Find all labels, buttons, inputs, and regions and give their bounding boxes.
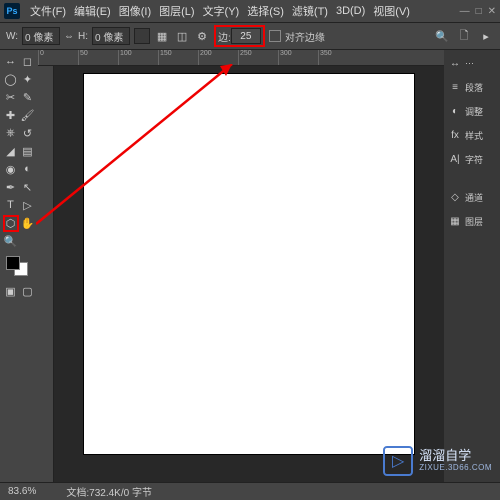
hand-tool[interactable]: ✋ <box>20 215 36 232</box>
align-edges-checkbox[interactable] <box>269 30 281 42</box>
wand-tool[interactable]: ✦ <box>20 71 36 88</box>
doc-icon[interactable]: 🗋 <box>456 28 472 44</box>
zoom-tool[interactable]: 🔍 <box>3 233 19 250</box>
move-tool[interactable]: ↔ <box>3 53 19 70</box>
zoom-level[interactable]: 83.6% <box>8 486 36 497</box>
maximize-icon[interactable]: □ <box>476 6 482 17</box>
watermark-icon: ▷ <box>383 446 413 476</box>
doc-info: 文档:732.4K/0 字节 <box>66 484 152 499</box>
panel-paragraph[interactable]: ≡段落 <box>446 78 498 96</box>
pen-tool[interactable]: ✒ <box>3 179 19 196</box>
panel-channels[interactable]: ◇通道 <box>446 188 498 206</box>
menu-select[interactable]: 选择(S) <box>243 3 288 19</box>
panel-menu-icon[interactable]: ▸ <box>478 28 494 44</box>
sides-group: 边: <box>214 25 265 47</box>
gradient-tool[interactable]: ▤ <box>20 143 36 160</box>
panel-layers[interactable]: ▦图层 <box>446 212 498 230</box>
blur-tool[interactable]: ◉ <box>3 161 19 178</box>
menu-3d[interactable]: 3D(D) <box>332 5 369 17</box>
canvas[interactable] <box>54 66 444 482</box>
link-icon[interactable]: ⇔ <box>64 31 74 42</box>
screen-mode-tool[interactable]: ▢ <box>20 283 36 300</box>
eyedropper-tool[interactable]: ✎ <box>20 89 36 106</box>
minimize-icon[interactable]: — <box>460 6 470 17</box>
menubar: Ps 文件(F) 编辑(E) 图像(I) 图层(L) 文字(Y) 选择(S) 滤… <box>0 0 500 22</box>
stroke-icon[interactable]: ◫ <box>174 28 190 44</box>
marquee-tool[interactable]: ◻ <box>20 53 36 70</box>
panel-styles[interactable]: fx样式 <box>446 126 498 144</box>
menu-filter[interactable]: 滤镜(T) <box>288 3 332 19</box>
quickmask-tool[interactable]: ▣ <box>3 283 19 300</box>
text-tool[interactable]: T <box>3 197 19 214</box>
menu-view[interactable]: 视图(V) <box>369 3 414 19</box>
gear-icon[interactable]: ⚙ <box>194 28 210 44</box>
lasso-tool[interactable]: ◯ <box>3 71 19 88</box>
crop-tool[interactable]: ✂ <box>3 89 19 106</box>
toolbar: ↔◻ ◯✦ ✂✎ ✚🖌 ⎈↺ ◢▤ ◉◐ ✒↖ T▷ ⬡✋ 🔍 ▣▢ <box>0 50 38 482</box>
search-icon[interactable]: 🔍 <box>434 28 450 44</box>
menu-layer[interactable]: 图层(L) <box>155 3 198 19</box>
close-icon[interactable]: ✕ <box>488 6 496 17</box>
align-icon[interactable]: ▦ <box>154 28 170 44</box>
statusbar: 83.6% 文档:732.4K/0 字节 <box>0 482 500 500</box>
width-label: W: <box>6 31 18 42</box>
foreground-swatch[interactable] <box>6 256 20 270</box>
height-input[interactable] <box>92 27 130 45</box>
menu-edit[interactable]: 编辑(E) <box>70 3 115 19</box>
stamp-tool[interactable]: ⎈ <box>3 125 19 142</box>
eraser-tool[interactable]: ◢ <box>3 143 19 160</box>
panel-adjust[interactable]: ◐调整 <box>446 102 498 120</box>
sides-label: 边: <box>218 29 231 44</box>
options-bar: W: ⇔ H: ▦ ◫ ⚙ 边: 对齐边缘 🔍 🗋 ▸ <box>0 22 500 50</box>
dodge-tool[interactable]: ◐ <box>20 161 36 178</box>
menu-image[interactable]: 图像(I) <box>115 3 155 19</box>
history-brush-tool[interactable]: ↺ <box>20 125 36 142</box>
panels: ↔··· ≡段落 ◐调整 fx样式 A|字符 ◇通道 ▦图层 <box>444 50 500 482</box>
panel-character[interactable]: A|字符 <box>446 150 498 168</box>
watermark-url: ZIXUE.3D66.COM <box>419 464 492 473</box>
panel-nav[interactable]: ↔··· <box>446 54 498 72</box>
document-page[interactable] <box>84 74 414 454</box>
app-icon: Ps <box>4 3 20 19</box>
align-edges-label: 对齐边缘 <box>285 29 325 44</box>
sides-input[interactable] <box>231 28 261 44</box>
menu-type[interactable]: 文字(Y) <box>199 3 244 19</box>
polygon-tool[interactable]: ⬡ <box>3 215 19 232</box>
height-label: H: <box>78 31 88 42</box>
width-input[interactable] <box>22 27 60 45</box>
brush-tool[interactable]: 🖌 <box>20 107 36 124</box>
menu-file[interactable]: 文件(F) <box>26 3 70 19</box>
path-tool[interactable]: ↖ <box>20 179 36 196</box>
canvas-area: 050100150200250300350 <box>38 50 444 482</box>
watermark-name: 溜溜自学 <box>419 449 492 463</box>
ruler-vertical <box>38 66 54 482</box>
heal-tool[interactable]: ✚ <box>3 107 19 124</box>
ruler-horizontal: 050100150200250300350 <box>38 50 444 66</box>
direct-select-tool[interactable]: ▷ <box>20 197 36 214</box>
opt-swatch[interactable] <box>134 28 150 44</box>
watermark: ▷ 溜溜自学 ZIXUE.3D66.COM <box>383 446 492 476</box>
